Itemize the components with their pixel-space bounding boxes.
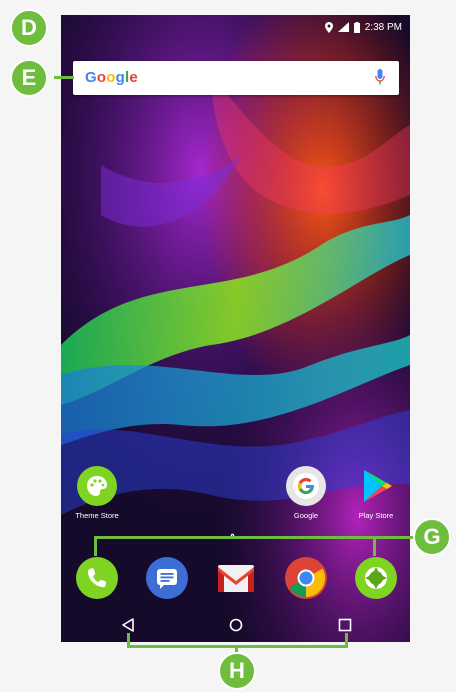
google-app-icon — [286, 466, 326, 506]
recents-icon[interactable] — [338, 618, 352, 632]
app-label: Google — [293, 511, 319, 520]
back-icon[interactable] — [121, 617, 135, 633]
status-time: 2:38 PM — [364, 21, 402, 33]
home-icon[interactable] — [229, 617, 243, 633]
phone-screen: 2:38 PM Google Theme Store Google Play S… — [61, 15, 410, 642]
callout-e: E — [10, 59, 48, 97]
app-google[interactable]: Google — [271, 466, 341, 520]
navigation-bar — [61, 609, 410, 642]
camera-icon[interactable] — [355, 557, 397, 599]
mic-icon[interactable] — [375, 69, 385, 86]
app-theme-store[interactable]: Theme Store — [62, 466, 132, 520]
theme-store-icon — [77, 466, 117, 506]
callout-line-g-left — [94, 536, 97, 556]
location-icon — [324, 21, 333, 33]
app-label: Theme Store — [75, 511, 119, 520]
battery-icon — [353, 21, 360, 33]
signal-icon — [337, 22, 349, 32]
google-search-bar[interactable]: Google — [73, 61, 399, 95]
app-play-store[interactable]: Play Store — [341, 466, 410, 520]
google-logo: Google — [85, 69, 138, 86]
app-label: Play Store — [358, 511, 394, 520]
status-bar: 2:38 PM — [61, 15, 410, 39]
status-icons: 2:38 PM — [324, 19, 402, 35]
callout-line-h-left — [127, 633, 130, 648]
gmail-icon[interactable] — [215, 557, 257, 599]
callout-g: G — [413, 518, 451, 556]
wallpaper — [61, 15, 410, 642]
phone-icon[interactable] — [76, 557, 118, 599]
play-store-icon — [356, 466, 396, 506]
chrome-icon[interactable] — [285, 557, 327, 599]
messages-icon[interactable] — [146, 557, 188, 599]
callout-d: D — [10, 9, 48, 47]
callout-h: H — [218, 652, 256, 690]
callout-line-e — [54, 76, 74, 79]
callout-line-h-right — [345, 633, 348, 648]
callout-line-g-right — [373, 536, 376, 556]
